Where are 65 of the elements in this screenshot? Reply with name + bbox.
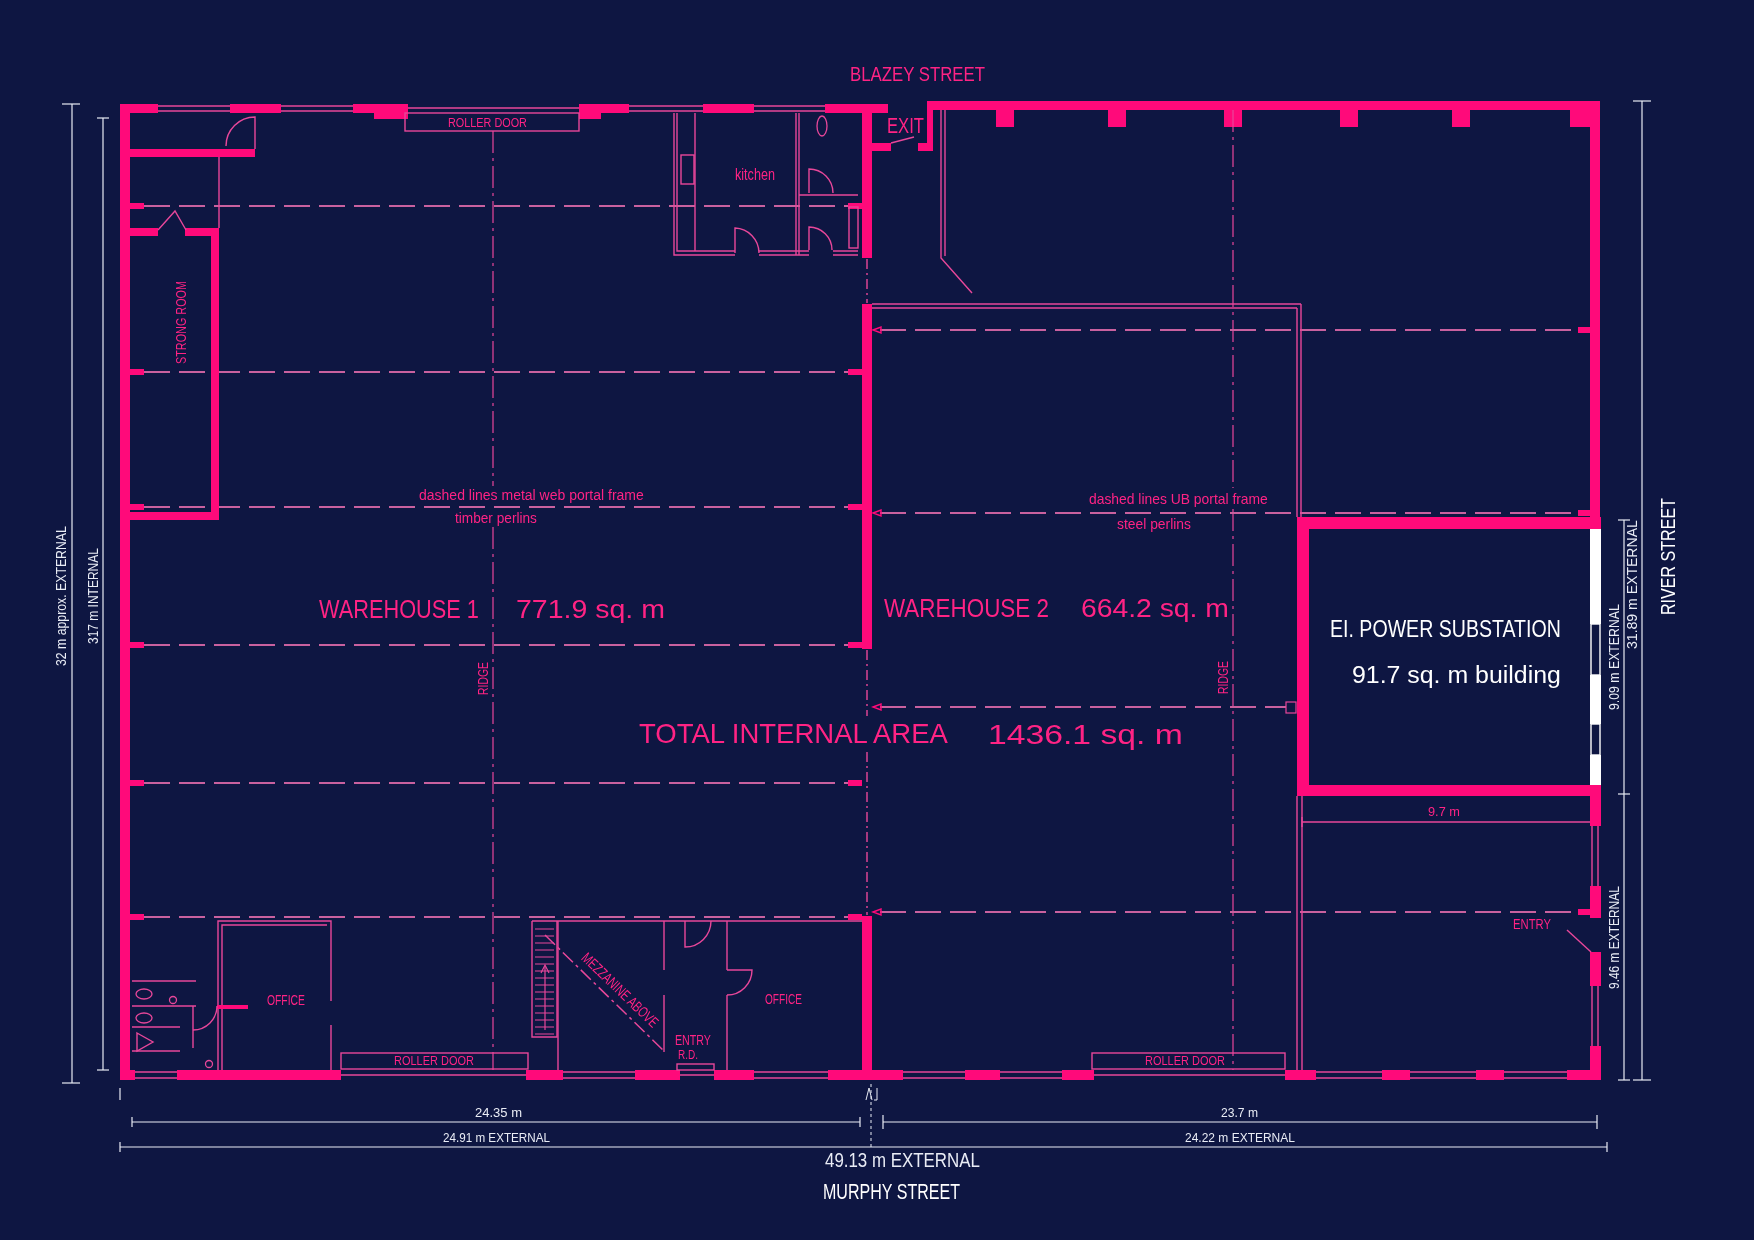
toilet-partition: [131, 980, 197, 1052]
dimension-label: 49.13 m EXTERNAL: [825, 1148, 980, 1172]
wall-stub: [217, 1005, 248, 1009]
area-label: 771.9 sq. m: [516, 595, 665, 624]
ridge-label: RIDGE: [474, 662, 492, 695]
dimension-label: 23.7 m: [1221, 1105, 1258, 1121]
door-swing: [808, 168, 834, 194]
room-label: STRONG ROOM: [172, 281, 190, 364]
entry-door: [676, 1063, 715, 1071]
note-text: dashed lines metal web portal frame: [419, 486, 644, 504]
centre-line: [866, 258, 868, 304]
toilet-icon: [816, 115, 828, 137]
leader-line: [1566, 929, 1592, 953]
door-label: ROLLER DOOR: [1145, 1054, 1225, 1068]
warehouse-name: WAREHOUSE 1: [319, 595, 479, 624]
note-text: dashed lines UB portal frame: [1089, 490, 1268, 508]
ridge-label: RIDGE: [1214, 661, 1232, 694]
dimension-label: 9.09 m EXTERNAL: [1606, 604, 1623, 710]
door-swing: [192, 1005, 218, 1031]
wall-pier: [1452, 110, 1470, 127]
street-label: RIVER STREET: [1655, 498, 1680, 615]
street-label: BLAZEY STREET: [850, 62, 985, 86]
dimension-label: 9.46 m EXTERNAL: [1606, 886, 1623, 989]
door-swing: [808, 226, 833, 251]
door-swing: [684, 920, 712, 948]
wall-pier: [1108, 110, 1126, 127]
dimension-label: 24.91 m EXTERNAL: [443, 1130, 550, 1146]
street-label: MURPHY STREET: [823, 1179, 960, 1204]
bench-icon: [848, 206, 859, 249]
wall-pier: [996, 110, 1014, 127]
room-label: kitchen: [735, 165, 775, 184]
area-label: 1436.1 sq. m: [988, 718, 1183, 751]
door-label: R.D.: [678, 1047, 698, 1062]
door-label: ENTRY: [1513, 916, 1551, 933]
toilet-icon: [135, 988, 153, 1000]
dimension-label: 317 m INTERNAL: [85, 548, 102, 644]
dimension-label: 24.22 m EXTERNAL: [1185, 1130, 1295, 1146]
sink-icon: [680, 154, 695, 185]
warehouse-name: WAREHOUSE 2: [884, 593, 1049, 623]
basin-icon: [168, 995, 178, 1005]
toilet-icon: [135, 1012, 153, 1024]
dimension-label: 31.89 m EXTERNAL: [1624, 520, 1640, 649]
area-label: 91.7 sq. m building: [1352, 661, 1561, 688]
room-label: OFFICE: [267, 991, 305, 1009]
urinal-icon: [136, 1031, 155, 1053]
dimension-label: 9.7 m: [1428, 803, 1460, 819]
note-text: timber perlins: [455, 509, 537, 527]
door-swing: [734, 227, 760, 254]
total-area-label: TOTAL INTERNAL AREA: [639, 717, 948, 750]
wall-pier: [1340, 110, 1358, 127]
room-label: OFFICE: [765, 989, 802, 1008]
leader-line: [890, 136, 915, 144]
dimension-label: 24.35 m: [475, 1105, 522, 1120]
basin-icon: [204, 1059, 214, 1069]
door-swing: [726, 969, 753, 996]
exit-doorway-wall: [872, 101, 933, 151]
door-label: ENTRY: [675, 1032, 711, 1049]
area-label: 664.2 sq. m: [1081, 594, 1229, 623]
note-text: steel perlins: [1117, 515, 1191, 533]
substation-name: EI. POWER SUBSTATION: [1330, 616, 1561, 643]
door-label: ROLLER DOOR: [394, 1054, 474, 1068]
extension-line: [119, 1087, 121, 1101]
exit-label: EXIT: [887, 112, 924, 138]
dimension-label: 32 m approx. EXTERNAL: [53, 526, 70, 666]
door-label: ROLLER DOOR: [448, 115, 527, 131]
